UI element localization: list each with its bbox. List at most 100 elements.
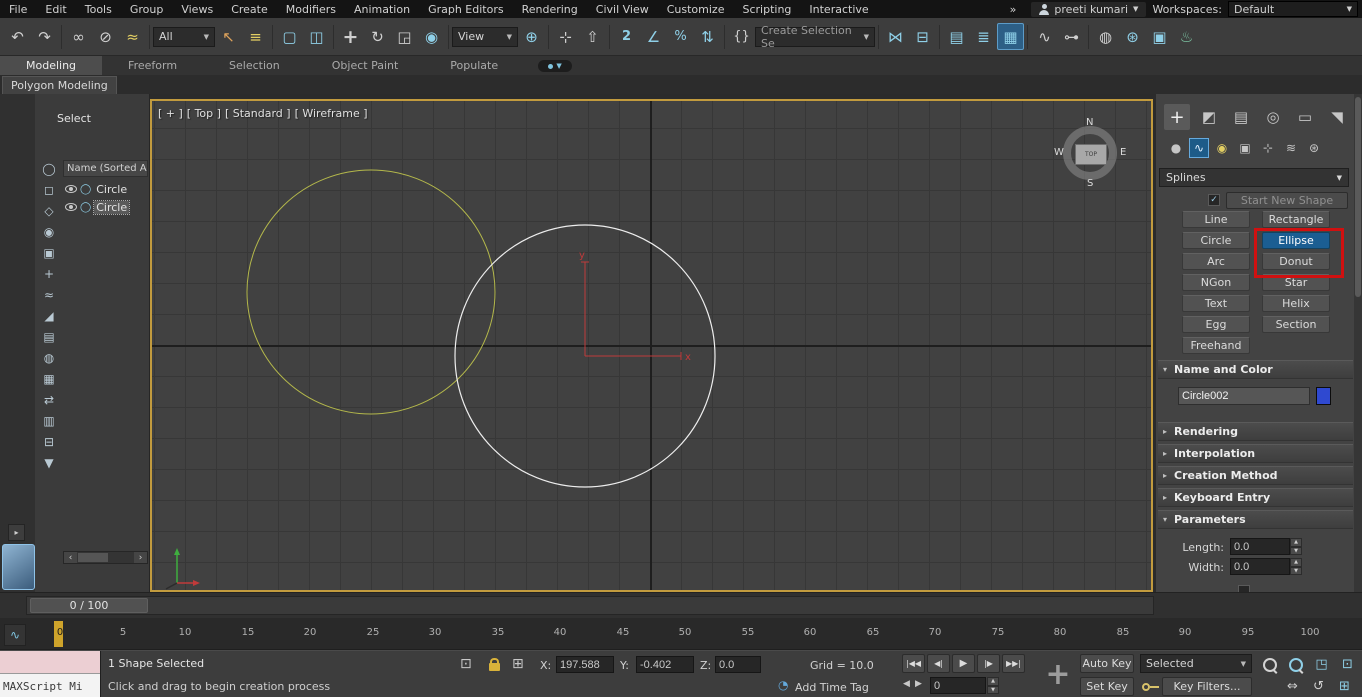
viewport-canvas[interactable]: y x (152, 101, 1151, 590)
select-and-scale-icon[interactable]: ◲ (391, 23, 418, 50)
tab-populate[interactable]: Populate (424, 56, 524, 75)
modify-tab-icon[interactable]: ◩ (1196, 104, 1222, 130)
menu-views[interactable]: Views (172, 1, 222, 18)
align-icon[interactable]: ⊟ (909, 23, 936, 50)
spinner-up-icon[interactable]: ▲ (1290, 538, 1302, 547)
angle-snap-icon[interactable]: ∠ (640, 23, 667, 50)
start-new-shape-button[interactable]: Start New Shape (1226, 192, 1348, 209)
absolute-relative-coords-icon[interactable]: ⊞ (512, 656, 524, 672)
curve-editor-icon[interactable]: ∿ (1031, 23, 1058, 50)
scroll-left-icon[interactable]: ‹ (64, 552, 77, 563)
previous-frame-button[interactable]: ◀| (927, 654, 950, 673)
menu-rendering[interactable]: Rendering (513, 1, 587, 18)
mirror-icon[interactable]: ⋈ (882, 23, 909, 50)
visibility-eye-icon[interactable] (65, 185, 77, 193)
time-slider-handle[interactable]: 0 / 100 (30, 598, 148, 613)
frame-spinner[interactable]: ▲▼ (987, 677, 999, 694)
x-coordinate-field[interactable] (556, 656, 614, 673)
button-egg[interactable]: Egg (1182, 316, 1250, 333)
redo-icon[interactable]: ↷ (31, 23, 58, 50)
spinner-up-icon[interactable]: ▲ (1290, 558, 1302, 567)
spinner-up-icon[interactable]: ▲ (987, 677, 999, 686)
display-cameras-icon[interactable]: ▣ (38, 242, 60, 263)
compass-west[interactable]: W (1054, 147, 1064, 158)
orbit-icon[interactable]: ↺ (1307, 677, 1330, 696)
viewport-top[interactable]: [ + ] [ Top ] [ Standard ] [ Wireframe ]… (150, 99, 1153, 592)
helpers-category-icon[interactable]: ⊹ (1258, 138, 1278, 158)
object-color-swatch[interactable] (1316, 387, 1331, 405)
spinner-down-icon[interactable]: ▼ (987, 686, 999, 695)
viewport-pov-menu[interactable]: [ Top ] (187, 107, 221, 120)
button-ngon[interactable]: NGon (1182, 274, 1250, 291)
rollout-interpolation[interactable]: ▸ Interpolation (1158, 444, 1353, 463)
display-all-icon[interactable]: ◯ (38, 158, 60, 179)
layer-explorer-toggle-icon[interactable]: ≣ (970, 23, 997, 50)
rollout-rendering[interactable]: ▸ Rendering (1158, 422, 1353, 441)
maxscript-mini-listener[interactable]: MAXScript Mi (0, 651, 101, 697)
tab-freeform[interactable]: Freeform (102, 56, 203, 75)
create-tab-icon[interactable]: + (1164, 104, 1190, 130)
width-spinner[interactable]: ▲▼ (1290, 558, 1302, 575)
shapes-category-icon[interactable]: ∿ (1189, 138, 1209, 158)
display-groups-icon[interactable]: ▦ (38, 368, 60, 389)
button-line[interactable]: Line (1182, 211, 1250, 228)
viewcube-top-face[interactable]: TOP (1075, 144, 1107, 165)
hierarchy-tab-icon[interactable]: ▤ (1228, 104, 1254, 130)
list-item-circle-2-selected[interactable]: ◯ Circle (63, 198, 148, 216)
ribbon-display-toggle[interactable]: ▼ (538, 60, 572, 72)
select-by-name-icon[interactable]: ≡ (242, 23, 269, 50)
menu-create[interactable]: Create (222, 1, 277, 18)
rollout-creation-method[interactable]: ▸ Creation Method (1158, 466, 1353, 485)
display-shapes-icon[interactable]: ◇ (38, 200, 60, 221)
button-ellipse[interactable]: Ellipse (1262, 232, 1330, 249)
tab-modeling[interactable]: Modeling (0, 56, 102, 75)
expand-layout-panel-button[interactable]: ▸ (8, 524, 25, 541)
set-key-button[interactable]: Set Key (1080, 677, 1134, 696)
selection-lock-icon[interactable] (489, 663, 500, 671)
menu-customize[interactable]: Customize (658, 1, 734, 18)
select-and-place-icon[interactable]: ◉ (418, 23, 445, 50)
key-icon[interactable] (1142, 682, 1160, 693)
menu-interactive[interactable]: Interactive (800, 1, 877, 18)
selection-region-icon[interactable]: ▢ (276, 23, 303, 50)
display-space-warps-icon[interactable]: ≈ (38, 284, 60, 305)
shape-category-dropdown[interactable]: Splines ▼ (1159, 168, 1349, 187)
menu-graph-editors[interactable]: Graph Editors (419, 1, 513, 18)
lock-explorer-icon[interactable]: ⊟ (38, 431, 60, 452)
explorer-horizontal-scrollbar[interactable]: ‹ › (63, 551, 148, 564)
viewport-shading-menu[interactable]: [ Wireframe ] (295, 107, 368, 120)
display-materials-icon[interactable]: ◍ (38, 347, 60, 368)
schematic-view-icon[interactable]: ⊶ (1058, 23, 1085, 50)
menu-file[interactable]: File (0, 1, 36, 18)
play-button[interactable]: ▶ (952, 654, 975, 673)
add-time-tag[interactable]: Add Time Tag (795, 681, 869, 694)
command-panel-scrollbar[interactable] (1354, 94, 1362, 592)
pan-hand-icon[interactable]: ⇔ (1281, 677, 1304, 696)
workspace-dropdown[interactable]: Default ▼ (1228, 1, 1358, 17)
object-name-field[interactable] (1178, 387, 1310, 405)
menu-tools[interactable]: Tools (76, 1, 121, 18)
selection-set-key-dropdown[interactable]: Selected ▼ (1140, 654, 1252, 673)
macro-recorder-pane[interactable] (0, 651, 100, 674)
spinner-down-icon[interactable]: ▼ (1290, 567, 1302, 576)
geometry-category-icon[interactable]: ● (1166, 138, 1186, 158)
lights-category-icon[interactable]: ◉ (1212, 138, 1232, 158)
spline-circle-001[interactable] (247, 170, 495, 414)
display-geometry-icon[interactable]: ◻ (38, 179, 60, 200)
use-pivot-point-icon[interactable]: ⊕ (518, 23, 545, 50)
previous-key-icon[interactable]: ◀ (903, 679, 910, 689)
tab-polygon-modeling[interactable]: Polygon Modeling (2, 76, 117, 94)
rollout-parameters[interactable]: ▾ Parameters (1158, 510, 1353, 529)
scroll-right-icon[interactable]: › (134, 552, 147, 563)
sync-selection-icon[interactable]: ⇄ (38, 389, 60, 410)
list-item-circle-1[interactable]: ◯ Circle (63, 180, 148, 198)
button-section[interactable]: Section (1262, 316, 1330, 333)
window-crossing-icon[interactable]: ◫ (303, 23, 330, 50)
spinner-down-icon[interactable]: ▼ (1290, 547, 1302, 556)
isolate-selection-icon[interactable]: ⊡ (460, 656, 472, 672)
zoom-all-icon[interactable] (1284, 655, 1307, 674)
undo-icon[interactable]: ↶ (4, 23, 31, 50)
maximize-viewport-icon[interactable]: ⊞ (1333, 677, 1356, 696)
button-donut[interactable]: Donut (1262, 253, 1330, 270)
render-setup-icon[interactable]: ⊛ (1119, 23, 1146, 50)
